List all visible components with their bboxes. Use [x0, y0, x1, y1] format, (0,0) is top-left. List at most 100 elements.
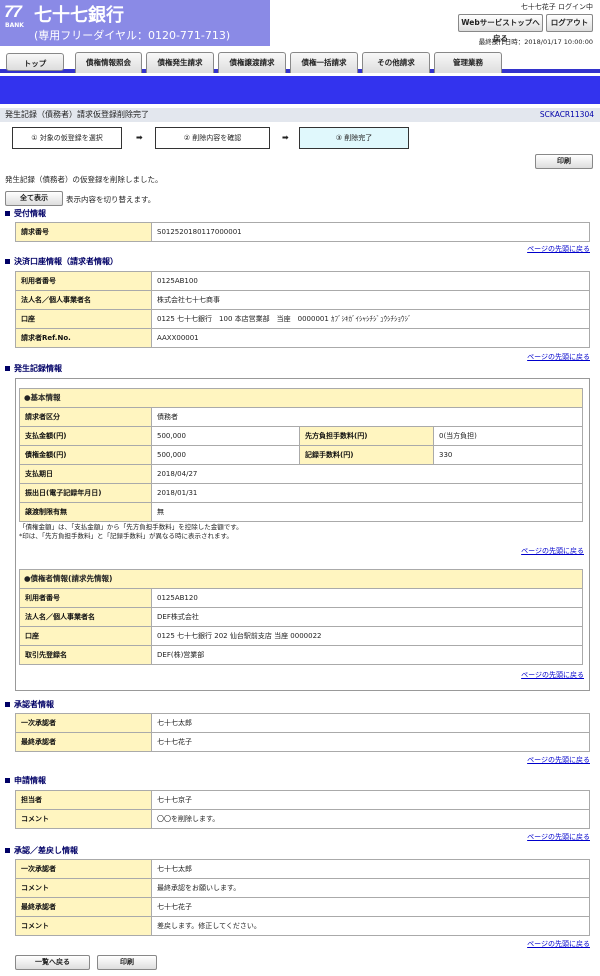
application-table: 担当者 七十七京子 コメント 〇〇を削除します。 [15, 790, 590, 829]
label-cell: 記録手数料(円) [299, 445, 434, 465]
table-row: 利用者番号 0125AB100 [15, 271, 590, 291]
table-row: 取引先登録名 DEF(株)営業部 [19, 645, 583, 665]
label-cell: 支払金額(円) [19, 426, 152, 446]
table-row: 振出日(電子記録年月日) 2018/01/31 [19, 483, 583, 503]
logout-button[interactable]: ログアウト [546, 14, 593, 32]
label-cell: 最終承認者 [15, 732, 152, 752]
page-top-link[interactable]: ページの先頭に戻る [527, 939, 590, 949]
label-cell: 利用者番号 [19, 588, 152, 608]
basic-info-heading: ●基本情報 [19, 388, 583, 408]
print-button-top[interactable]: 印刷 [535, 154, 593, 169]
sub-nav-bar [0, 76, 600, 104]
step-complete: ③ 削除完了 [299, 127, 409, 149]
section-title: 受付情報 [5, 208, 46, 219]
page-top-link[interactable]: ページの先頭に戻る [527, 832, 590, 842]
page-top-link[interactable]: ページの先頭に戻る [527, 244, 590, 254]
bank-name: 七十七銀行 [34, 5, 124, 26]
page-title: 発生記録（債務者）請求仮登録削除完了 [5, 110, 149, 119]
value-cell: S012520180117000001 [151, 222, 590, 242]
print-button-bottom[interactable]: 印刷 [97, 955, 157, 970]
tab-bulk-request[interactable]: 債権一括請求 [290, 52, 358, 73]
approval-return-table: 一次承認者 七十七太郎 コメント 最終承認をお願いします。 最終承認者 七十七花子 コ… [15, 859, 590, 936]
screen-id: SCKACR11304 [539, 110, 594, 119]
value-cell: 500,000 [151, 426, 300, 446]
tab-other-request[interactable]: その他請求 [362, 52, 430, 73]
label-cell: 請求者Ref.No. [15, 328, 152, 348]
creditor-info-heading: ●債権者情報(請求先情報) [19, 569, 583, 589]
value-cell: 0125 七十七銀行 202 仙台駅前支店 当座 0000022 [151, 626, 583, 646]
back-to-list-button[interactable]: 一覧へ戻る [15, 955, 90, 970]
value-cell: 0125AB120 [151, 588, 583, 608]
web-top-button[interactable]: Webサービストップへ戻る [458, 14, 543, 43]
page-top-link[interactable]: ページの先頭に戻る [527, 352, 590, 362]
table-row: 請求者Ref.No. AAXX00001 [15, 328, 590, 348]
value-cell: 七十七花子 [151, 897, 590, 917]
approvers-table: 一次承認者 七十七太郎 最終承認者 七十七花子 [15, 713, 590, 752]
label-cell: コメント [15, 916, 152, 936]
tab-management[interactable]: 管理業務 [434, 52, 502, 73]
value-cell: 〇〇を削除します。 [151, 809, 590, 829]
section-title: 申請情報 [5, 775, 46, 786]
table-row: 担当者 七十七京子 [15, 790, 590, 810]
bank-logo: 77 BANK 七十七銀行 (専用フリーダイヤル：0120-771-713) [0, 0, 270, 46]
table-row: 法人名／個人事業者名 株式会社七十七商事 [15, 290, 590, 310]
label-cell: コメント [15, 878, 152, 898]
show-all-description: 表示内容を切り替えます。 [66, 195, 156, 204]
note-fee: *印は、「先方負担手数料」と「記録手数料」が異なる時に表示されます。 [19, 532, 233, 540]
table-row: 最終承認者 七十七花子 [15, 732, 590, 752]
step-select: ① 対象の仮登録を選択 [12, 127, 122, 149]
table-row: 口座 0125 七十七銀行 100 本店営業部 当座 0000001 ｶﾌﾞｼｷｶ… [15, 309, 590, 329]
label-cell: 請求者区分 [19, 407, 152, 427]
tab-issuance-request[interactable]: 債権発生請求 [146, 52, 214, 73]
table-row: コメント 最終承認をお願いします。 [15, 878, 590, 898]
label-cell: 法人名／個人事業者名 [15, 290, 152, 310]
label-cell: 債権金額(円) [19, 445, 152, 465]
value-cell: 0(当方負担) [433, 426, 583, 446]
value-cell: 株式会社七十七商事 [151, 290, 590, 310]
logo-bank-text: BANK [5, 22, 24, 29]
label-cell: 請求番号 [15, 222, 152, 242]
free-dial: (専用フリーダイヤル：0120-771-713) [34, 29, 231, 42]
section-title: 決済口座情報（請求者情報） [5, 256, 118, 267]
login-user: 七十七花子 ログイン中 [520, 3, 593, 11]
value-cell: 最終承認をお願いします。 [151, 878, 590, 898]
table-row: コメント 差戻します。修正してください。 [15, 916, 590, 936]
page-top-link[interactable]: ページの先頭に戻る [521, 546, 584, 556]
tab-transfer-request[interactable]: 債権譲渡請求 [218, 52, 286, 73]
page-top-link[interactable]: ページの先頭に戻る [527, 755, 590, 765]
label-cell: コメント [15, 809, 152, 829]
page-title-bar: 発生記録（債務者）請求仮登録削除完了 SCKACR11304 [0, 108, 600, 122]
label-cell: 振出日(電子記録年月日) [19, 483, 152, 503]
last-operation: 最終操作日時：2018/01/17 10:00:00 [478, 38, 593, 46]
table-row: 支払期日 2018/04/27 [19, 464, 583, 484]
table-row: 請求者区分 債務者 [19, 407, 583, 427]
account-table: 利用者番号 0125AB100 法人名／個人事業者名 株式会社七十七商事 口座 012… [15, 271, 590, 348]
label-cell: 担当者 [15, 790, 152, 810]
main-nav: トップ 債権情報照会 債権発生請求 債権譲渡請求 債権一括請求 その他請求 管理… [0, 48, 600, 73]
step-arrow-icon: ➡ [136, 133, 143, 142]
value-cell: 500,000 [151, 445, 300, 465]
tab-claim-inquiry[interactable]: 債権情報照会 [75, 52, 142, 73]
table-row: 法人名／個人事業者名 DEF株式会社 [19, 607, 583, 627]
table-row: 譲渡制限有無無 [19, 502, 583, 522]
header: 77 BANK 七十七銀行 (専用フリーダイヤル：0120-771-713) 七… [0, 0, 600, 46]
value-cell: 七十七太郎 [151, 713, 590, 733]
value-cell: 七十七京子 [151, 790, 590, 810]
page-top-link[interactable]: ページの先頭に戻る [521, 670, 584, 680]
value-cell: DEF株式会社 [151, 607, 583, 627]
label-cell: 譲渡制限有無 [19, 502, 152, 522]
value-cell: DEF(株)営業部 [151, 645, 583, 665]
logo-number: 77 [4, 2, 22, 21]
note-claim-amount: 「債権金額」は、「支払金額」から「先方負担手数料」を控除した金額です。 [19, 523, 243, 531]
label-cell: 法人名／個人事業者名 [19, 607, 152, 627]
tab-top[interactable]: トップ [6, 53, 64, 71]
table-row: 最終承認者 七十七花子 [15, 897, 590, 917]
label-cell: 一次承認者 [15, 713, 152, 733]
label-cell: 口座 [15, 309, 152, 329]
show-all-button[interactable]: 全て表示 [5, 191, 63, 206]
label-cell: 口座 [19, 626, 152, 646]
creditor-table: 利用者番号 0125AB120 法人名／個人事業者名 DEF株式会社 口座 0125 … [19, 588, 583, 665]
value-cell: 2018/01/31 [151, 483, 583, 503]
value-cell: 債務者 [151, 407, 583, 427]
table-row: 一次承認者 七十七太郎 [15, 859, 590, 879]
